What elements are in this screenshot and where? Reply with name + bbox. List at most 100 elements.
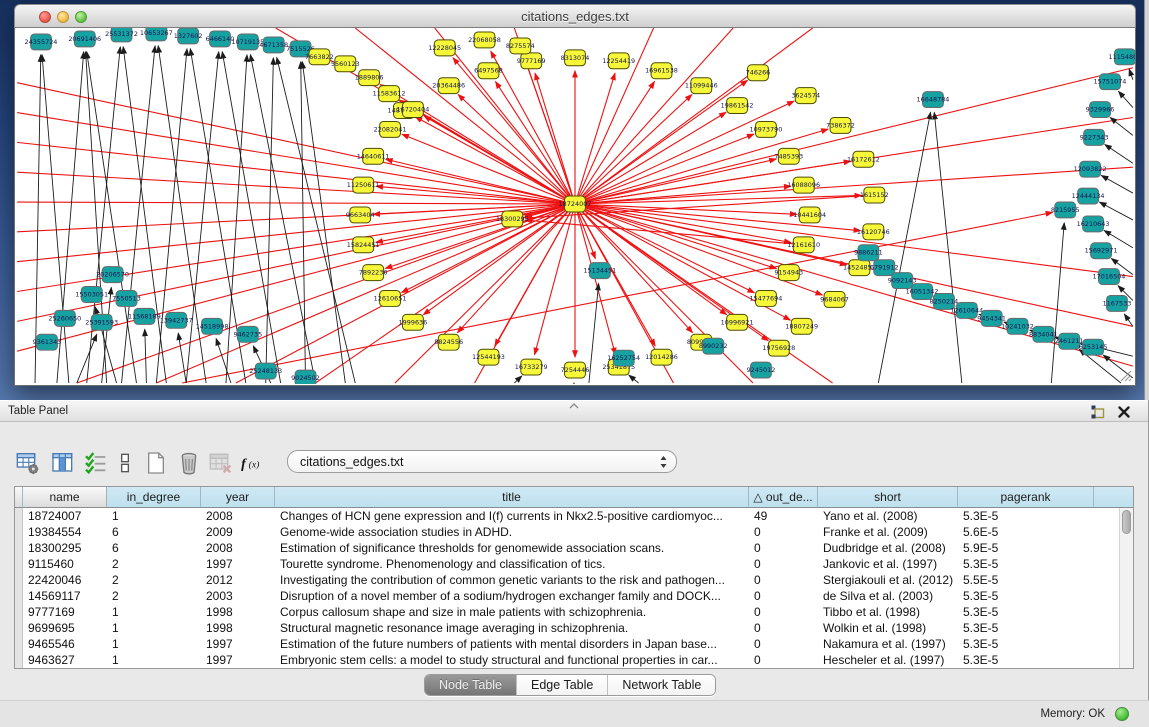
network-node[interactable]: 12228045 [428,40,461,56]
network-node[interactable]: 12610651 [374,291,407,307]
network-node[interactable]: 25391593 [85,314,118,330]
network-node[interactable]: 14640611 [357,148,390,164]
vertical-scrollbar[interactable] [1119,508,1133,668]
network-node[interactable]: 10653267 [140,28,173,41]
table-row[interactable]: 1938455462009Genome-wide association stu… [23,524,1119,540]
network-node[interactable]: 20206570 [96,267,129,283]
tab-edge-table[interactable]: Edge Table [517,675,608,695]
column-header[interactable]: name [23,487,107,508]
column-header[interactable]: pagerank [958,487,1094,508]
column-header[interactable]: short [818,487,958,508]
table-selector-dropdown[interactable]: citations_edges.txt [287,450,677,473]
network-node[interactable]: 6466140 [206,31,235,47]
network-node[interactable]: 9886211 [854,245,883,261]
network-node[interactable]: 16648784 [917,92,950,108]
network-node[interactable]: 14518998 [196,318,229,334]
network-node[interactable]: 16120746 [857,224,890,240]
tab-node-table[interactable]: Node Table [425,675,517,695]
network-node[interactable]: 9777169 [517,53,546,69]
network-node[interactable]: 9684067 [820,292,849,308]
network-node[interactable]: 10441604 [793,207,826,223]
table-row[interactable]: 946362711997Embryonic stem cells: a mode… [23,652,1119,668]
show-columns-button[interactable] [49,449,77,477]
network-node[interactable]: 8834041 [1029,326,1058,342]
network-node[interactable]: 7663822 [305,49,334,65]
network-node[interactable]: 22082041 [374,121,407,137]
network-node[interactable]: 20364486 [432,78,465,94]
network-node[interactable]: 1999636 [399,314,428,330]
network-node[interactable]: 7892236 [359,265,388,281]
table-row[interactable]: 1872400712008Changes of HCN gene express… [23,508,1119,524]
create-column-button[interactable] [142,449,170,477]
network-node[interactable]: 9227343 [1080,129,1109,145]
column-header[interactable]: year [201,487,275,508]
network-node[interactable]: 15134451 [583,263,616,279]
network-node[interactable]: 10996921 [721,314,754,330]
network-node[interactable]: 9329966 [1086,102,1115,118]
column-header[interactable]: in_degree [107,487,201,508]
row-height-button[interactable] [111,449,139,477]
tab-network-table[interactable]: Network Table [608,675,715,695]
network-node[interactable]: 8275574 [506,38,535,54]
network-node[interactable]: 4671358 [259,37,288,53]
column-header[interactable]: title [275,487,749,508]
network-canvas[interactable]: 1872400724355724206914062553137210653267… [14,28,1136,386]
network-node[interactable]: 11568189 [128,308,161,324]
network-node[interactable]: 6253145 [1079,339,1108,355]
network-node[interactable]: 12544193 [472,349,505,365]
network-node[interactable]: 22068058 [468,32,501,48]
table-row[interactable]: 969969511998Structural magnetic resonanc… [23,620,1119,636]
network-node[interactable]: 1889806 [355,70,384,86]
delete-column-button[interactable] [175,449,203,477]
network-node[interactable]: 25260650 [48,310,81,326]
network-node[interactable]: 11099446 [685,78,718,94]
network-node[interactable]: 9361343 [33,334,62,350]
network-node[interactable]: 12014286 [645,349,678,365]
network-node[interactable]: 19861542 [721,98,754,114]
network-node[interactable]: 7386372 [826,117,855,133]
table-row[interactable]: 911546021997Tourette syndrome. Phenomeno… [23,556,1119,572]
network-node[interactable]: 8824556 [434,334,463,350]
window-titlebar[interactable]: citations_edges.txt [14,4,1136,28]
column-header[interactable]: △ out_de... [749,487,818,508]
function-builder-button[interactable]: f (x) [240,449,268,477]
network-node[interactable]: 9245012 [747,362,776,378]
network-node[interactable]: 7485393 [774,148,803,164]
network-node[interactable]: 12161610 [787,237,820,253]
table-row[interactable]: 946554611997Estimation of the future num… [23,636,1119,652]
network-node[interactable]: 20691406 [68,31,101,47]
network-node[interactable]: 10973790 [749,121,782,137]
float-panel-icon[interactable] [1090,404,1106,420]
network-node[interactable]: 1615152 [860,187,889,203]
network-node[interactable]: 9462735 [233,326,262,342]
network-node[interactable]: 12444134 [1072,188,1105,204]
network-node[interactable]: 15477694 [749,291,782,307]
network-node[interactable]: 25531372 [105,28,138,42]
network-node[interactable]: 15503051 [75,287,108,303]
network-node[interactable]: 9663404 [346,207,375,223]
network-node[interactable]: 3624574 [791,88,820,104]
network-node[interactable]: 8215955 [1051,202,1080,218]
resize-grip-icon[interactable] [1116,366,1132,382]
table-row[interactable]: 1830029562008Estimation of significance … [23,540,1119,556]
network-node[interactable]: 18807249 [785,318,818,334]
network-node[interactable]: 9024502 [291,370,320,384]
network-node[interactable]: 13942737 [160,312,193,328]
network-node[interactable]: 1327602 [174,28,203,44]
network-node[interactable]: 16733279 [515,359,548,375]
table-row[interactable]: 2242004622012Investigating the contribut… [23,572,1119,588]
delete-table-button[interactable] [207,449,235,477]
network-node[interactable]: 6497568 [474,63,503,79]
network-node[interactable]: 1167533 [1103,295,1132,311]
network-node[interactable]: 15692971 [1085,243,1118,259]
network-node[interactable]: 16961538 [645,63,678,79]
network-node[interactable]: 7254446 [561,362,590,378]
table-row[interactable]: 1456911722003Disruption of a novel membe… [23,588,1119,604]
network-node[interactable]: 9154943 [774,265,803,281]
table-mode-button[interactable] [14,449,42,477]
table-row[interactable]: 977716911998Corpus callosum shape and si… [23,604,1119,620]
close-panel-icon[interactable] [1116,404,1132,420]
network-node[interactable]: 8990232 [699,338,728,354]
network-node[interactable]: 746266 [746,65,771,81]
network-node[interactable]: 17016504 [1093,269,1126,285]
